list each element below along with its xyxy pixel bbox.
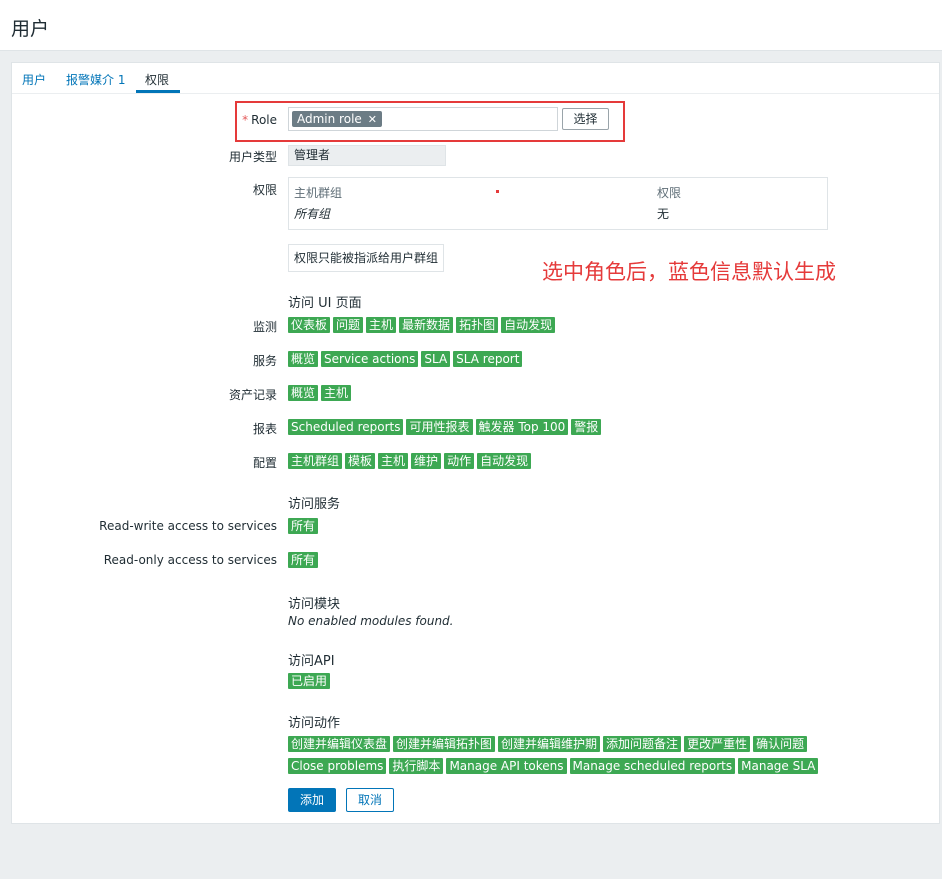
access-tag: 可用性报表 (406, 419, 473, 435)
access-tag: 更改严重性 (684, 736, 751, 752)
permissions-note: 权限只能被指派给用户群组 (288, 244, 444, 272)
access-tag: 所有 (288, 552, 319, 568)
annotation-highlight-box (235, 101, 625, 142)
perm-header-permission: 权限 (657, 186, 682, 200)
tab-user[interactable]: 用户 (22, 71, 46, 88)
access-tag: 主机群组 (288, 453, 343, 469)
perm-cell-permission: 无 (657, 207, 670, 221)
tab-bar: 用户 报警媒介 1 权限 (12, 63, 939, 94)
access-tag: 自动发现 (477, 453, 532, 469)
access-tag: Manage scheduled reports (569, 758, 736, 774)
access-tag: Manage SLA (738, 758, 819, 774)
access-tag: 概览 (288, 385, 319, 401)
modules-access-title: 访问模块 (288, 597, 341, 612)
read-only-label: Read-only access to services (103, 553, 277, 567)
access-tag: 维护 (411, 453, 442, 469)
ui-row-tags: 概览 主机 (288, 385, 352, 401)
ui-row-tags: 主机群组 模板 主机 维护 动作 自动发现 (288, 453, 532, 469)
ui-row-tags: Scheduled reports 可用性报表 触发器 Top 100 警报 (288, 419, 602, 435)
api-access-title: 访问API (288, 654, 335, 669)
user-type-label: 用户类型 (228, 150, 277, 164)
user-form-card: 用户 报警媒介 1 权限 * Role Admin role ✕ 选择 用户类型 管… (11, 62, 940, 824)
access-tag: 模板 (345, 453, 376, 469)
no-modules-text: No enabled modules found. (288, 614, 454, 628)
actions-access-title: 访问动作 (288, 716, 341, 731)
ui-row-tags: 仪表板 问题 主机 最新数据 拓扑图 自动发现 (288, 317, 556, 333)
access-tag: 自动发现 (501, 317, 556, 333)
access-tag: Service actions (321, 351, 419, 367)
access-tag: 最新数据 (399, 317, 454, 333)
ui-row-label: 服务 (252, 354, 277, 368)
access-tag: 警报 (571, 419, 602, 435)
page-title: 用户 (11, 18, 50, 40)
ui-row-label: 资产记录 (228, 388, 277, 402)
access-tag: Scheduled reports (288, 419, 404, 435)
cancel-button[interactable]: 取消 (346, 788, 394, 812)
read-write-label: Read-write access to services (99, 519, 277, 533)
access-tag: 拓扑图 (456, 317, 499, 333)
access-tag: 执行脚本 (389, 758, 444, 774)
access-tag: SLA (421, 351, 451, 367)
tab-permissions[interactable]: 权限 (145, 71, 169, 88)
ui-access-title: 访问 UI 页面 (288, 296, 362, 311)
services-access-title: 访问服务 (288, 497, 341, 512)
access-tag: 概览 (288, 351, 319, 367)
access-tag: 添加问题备注 (603, 736, 682, 752)
active-tab-indicator (136, 90, 180, 93)
access-tag: 仪表板 (288, 317, 331, 333)
api-access-tags: 已启用 (288, 673, 331, 689)
read-only-tags: 所有 (288, 552, 319, 568)
permissions-table: 主机群组 权限 所有组 无 (288, 177, 828, 230)
access-tag: 主机 (378, 453, 409, 469)
access-tag: 所有 (288, 518, 319, 534)
read-write-tags: 所有 (288, 518, 319, 534)
annotation-dot (496, 190, 499, 193)
access-tag: 创建并编辑维护期 (498, 736, 601, 752)
perm-cell-host-group: 所有组 (294, 207, 331, 221)
access-tag: 已启用 (288, 673, 331, 689)
perm-header-host-group: 主机群组 (294, 186, 343, 200)
page-header: 用户 (0, 0, 942, 51)
annotation-text: 选中角色后，蓝色信息默认生成 (542, 260, 836, 284)
add-button[interactable]: 添加 (288, 788, 336, 812)
access-tag: 创建并编辑拓扑图 (393, 736, 496, 752)
actions-tags-row-2: Close problems 执行脚本 Manage API tokens Ma… (288, 758, 819, 774)
ui-row-label: 配置 (252, 456, 277, 470)
access-tag: Close problems (288, 758, 387, 774)
user-type-value: 管理者 (288, 145, 446, 166)
access-tag: 确认问题 (753, 736, 808, 752)
access-tag: Manage API tokens (446, 758, 567, 774)
ui-row-label: 报表 (252, 422, 277, 436)
access-tag: 创建并编辑仪表盘 (288, 736, 391, 752)
permissions-label: 权限 (252, 183, 277, 197)
ui-row-label: 监测 (252, 320, 277, 334)
access-tag: 主机 (321, 385, 352, 401)
access-tag: 触发器 Top 100 (475, 419, 569, 435)
actions-tags-row-1: 创建并编辑仪表盘 创建并编辑拓扑图 创建并编辑维护期 添加问题备注 更改严重性 … (288, 736, 808, 752)
access-tag: SLA report (453, 351, 523, 367)
access-tag: 主机 (366, 317, 397, 333)
ui-row-tags: 概览 Service actions SLA SLA report (288, 351, 523, 367)
tab-media[interactable]: 报警媒介 1 (66, 71, 125, 88)
access-tag: 问题 (333, 317, 364, 333)
access-tag: 动作 (444, 453, 475, 469)
